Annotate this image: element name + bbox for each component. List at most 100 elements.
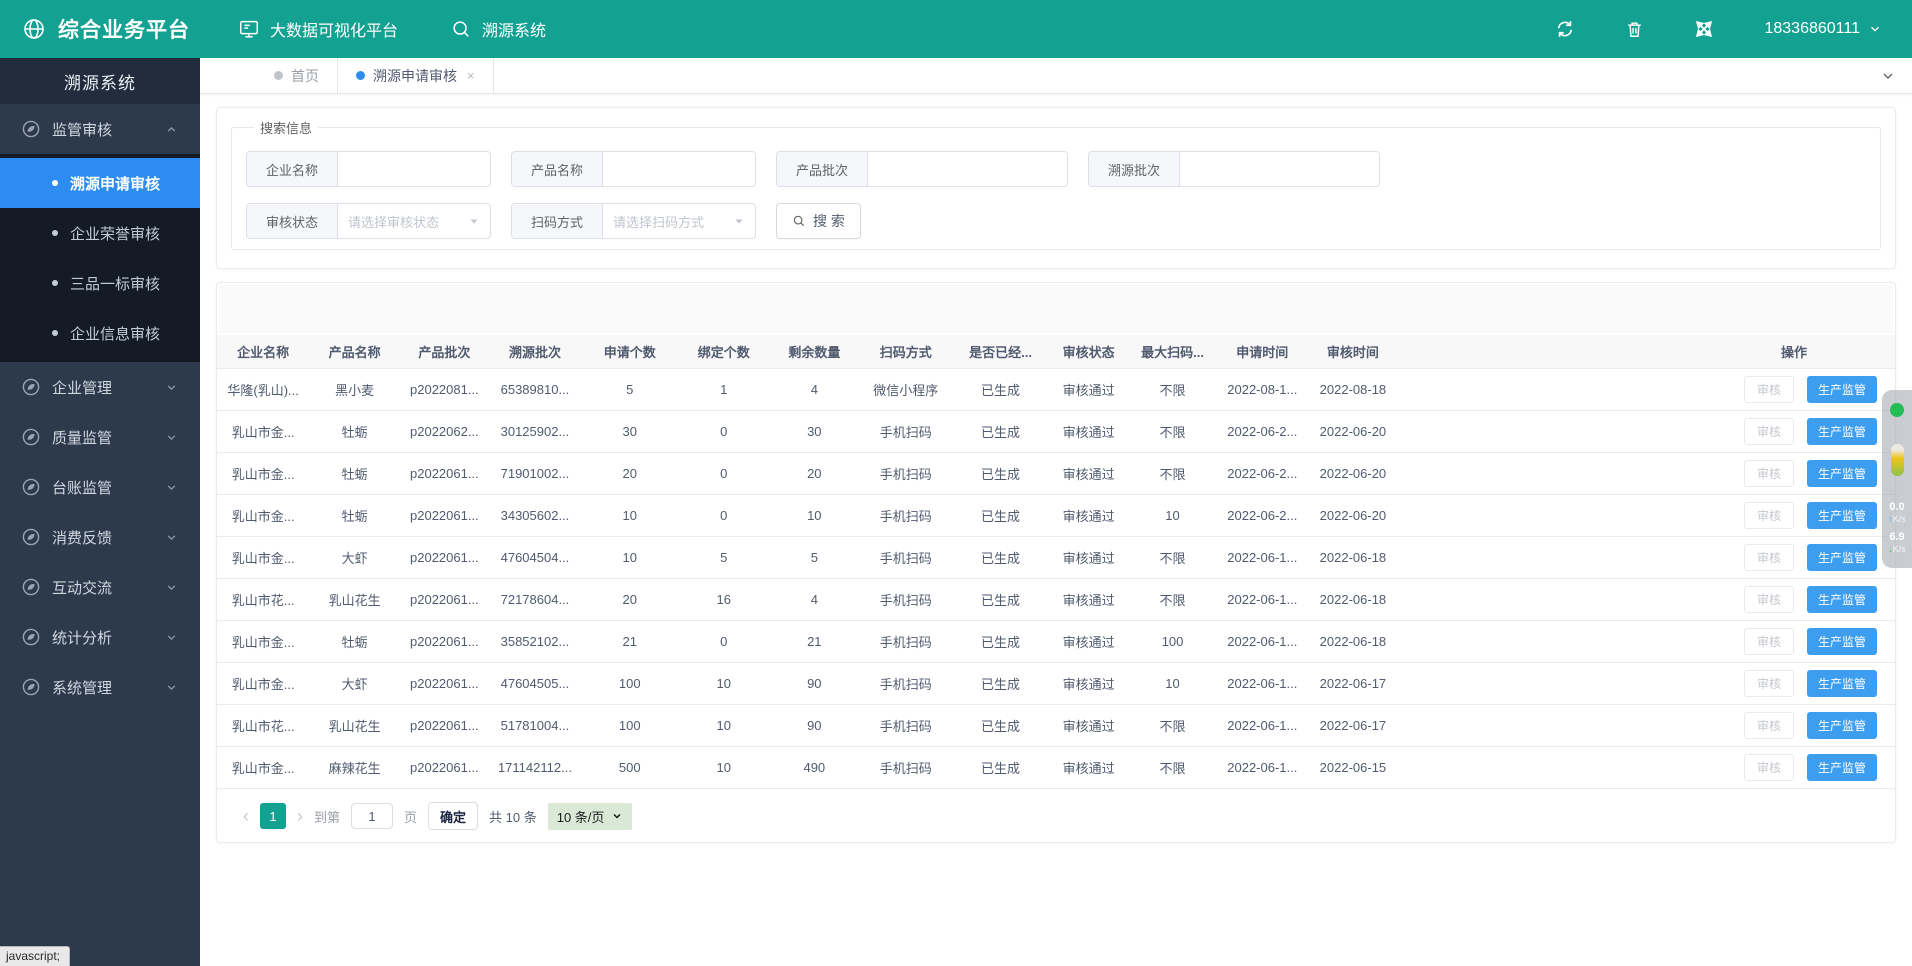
sidebar-group-system-management[interactable]: 系统管理 xyxy=(0,662,200,712)
table-cell: 21 xyxy=(581,621,678,663)
production-supervision-button[interactable]: 生产监管 xyxy=(1807,712,1877,739)
net-speed-widget[interactable]: 0.0 ↑K/s 6.9 ↓K/s xyxy=(1882,390,1912,568)
table-cell: 100 xyxy=(581,663,678,705)
leaf-circle-icon xyxy=(22,478,40,496)
table-cell: 不限 xyxy=(1128,579,1217,621)
fullscreen-icon[interactable] xyxy=(1694,19,1714,39)
review-button[interactable]: 审核 xyxy=(1744,670,1794,697)
download-speed-unit: ↓K/s xyxy=(1888,544,1906,555)
production-supervision-button[interactable]: 生产监管 xyxy=(1807,628,1877,655)
tab-dot-icon xyxy=(356,71,365,80)
status-dot-icon xyxy=(1890,403,1904,417)
nav-item-label: 大数据可视化平台 xyxy=(270,17,398,41)
scan-mode-select[interactable]: 请选择扫码方式 xyxy=(603,204,755,238)
product-batch-input[interactable] xyxy=(868,152,1067,186)
sidebar-group-consumer-feedback[interactable]: 消费反馈 xyxy=(0,512,200,562)
confirm-button[interactable]: 确定 xyxy=(428,802,478,830)
magnifier-icon xyxy=(450,18,472,40)
table-row: 乳山市花...乳山花生p2022061...72178604...20164手机… xyxy=(217,579,1895,621)
sidebar-item-enterprise-info-review[interactable]: 企业信息审核 xyxy=(0,308,200,358)
next-page-button[interactable]: › xyxy=(297,807,303,825)
sidebar: 溯源系统 监管审核 溯源申请审核 企业荣誉审核 三品一标审核 企业信息审核 企业… xyxy=(0,58,200,966)
goto-page-input[interactable] xyxy=(351,803,393,829)
page-1-button[interactable]: 1 xyxy=(260,803,286,829)
table-row: 乳山市金...牡蛎p2022061...71901002...20020手机扫码… xyxy=(217,453,1895,495)
leaf-circle-icon xyxy=(22,578,40,596)
table-cell: 2022-06-1... xyxy=(1217,579,1308,621)
tab-list-dropdown[interactable] xyxy=(1864,58,1912,93)
production-supervision-button[interactable]: 生产监管 xyxy=(1807,376,1877,403)
user-menu[interactable]: 18336860111 xyxy=(1764,20,1882,38)
review-button[interactable]: 审核 xyxy=(1744,754,1794,781)
table-cell: 20 xyxy=(581,453,678,495)
table-cell: 2022-06-2... xyxy=(1217,453,1308,495)
table-cell: 大虾 xyxy=(309,663,400,705)
nav-item-bigdata-platform[interactable]: 大数据可视化平台 xyxy=(238,17,398,41)
bullet-icon xyxy=(52,330,58,336)
production-supervision-button[interactable]: 生产监管 xyxy=(1807,460,1877,487)
column-header: 产品名称 xyxy=(309,335,400,369)
review-button[interactable]: 审核 xyxy=(1744,460,1794,487)
sidebar-item-trace-application-review[interactable]: 溯源申请审核 xyxy=(0,158,200,208)
column-header: 是否已经... xyxy=(952,335,1049,369)
review-button[interactable]: 审核 xyxy=(1744,628,1794,655)
close-icon[interactable]: × xyxy=(467,68,475,83)
table-cell: p2022081... xyxy=(400,369,489,411)
production-supervision-button[interactable]: 生产监管 xyxy=(1807,586,1877,613)
production-supervision-button[interactable]: 生产监管 xyxy=(1807,502,1877,529)
select-placeholder: 请选择扫码方式 xyxy=(613,212,704,231)
review-button[interactable]: 审核 xyxy=(1744,544,1794,571)
review-button[interactable]: 审核 xyxy=(1744,712,1794,739)
review-button[interactable]: 审核 xyxy=(1744,418,1794,445)
search-button[interactable]: 搜 索 xyxy=(776,203,861,239)
production-supervision-button[interactable]: 生产监管 xyxy=(1807,754,1877,781)
nav-item-trace-system[interactable]: 溯源系统 xyxy=(450,17,546,41)
sidebar-group-interaction[interactable]: 互动交流 xyxy=(0,562,200,612)
product-name-input[interactable] xyxy=(603,152,755,186)
table-cell: 30 xyxy=(769,411,860,453)
refresh-icon[interactable] xyxy=(1555,19,1575,39)
top-nav: 大数据可视化平台 溯源系统 xyxy=(238,17,546,41)
chevron-down-icon xyxy=(165,531,178,544)
sidebar-group-quality-supervision[interactable]: 质量监管 xyxy=(0,412,200,462)
production-supervision-button[interactable]: 生产监管 xyxy=(1807,670,1877,697)
sidebar-group-enterprise-management[interactable]: 企业管理 xyxy=(0,362,200,412)
table-cell: 乳山市花... xyxy=(217,705,309,747)
search-legend: 搜索信息 xyxy=(254,118,318,137)
table-cell: 审核通过 xyxy=(1049,411,1128,453)
sidebar-group-regulatory-review[interactable]: 监管审核 xyxy=(0,104,200,154)
review-button[interactable]: 审核 xyxy=(1744,376,1794,403)
table-cell: 黑小麦 xyxy=(309,369,400,411)
chevron-down-icon xyxy=(165,481,178,494)
field-label: 扫码方式 xyxy=(512,204,603,238)
page-size-label: 10 条/页 xyxy=(557,807,605,826)
review-button[interactable]: 审核 xyxy=(1744,502,1794,529)
table-cell: 10 xyxy=(581,537,678,579)
trace-batch-input[interactable] xyxy=(1180,152,1379,186)
sidebar-group-ledger-supervision[interactable]: 台账监管 xyxy=(0,462,200,512)
tab-home[interactable]: 首页 xyxy=(256,58,337,93)
company-name-input[interactable] xyxy=(338,152,490,186)
table-cell: p2022061... xyxy=(400,663,489,705)
production-supervision-button[interactable]: 生产监管 xyxy=(1807,418,1877,445)
table-cell: 21 xyxy=(769,621,860,663)
trash-icon[interactable] xyxy=(1625,20,1644,39)
sidebar-item-three-products-review[interactable]: 三品一标审核 xyxy=(0,258,200,308)
review-button[interactable]: 审核 xyxy=(1744,586,1794,613)
prev-page-button[interactable]: ‹ xyxy=(243,807,249,825)
sidebar-group-statistics[interactable]: 统计分析 xyxy=(0,612,200,662)
table-cell: 2022-06-17 xyxy=(1308,705,1399,747)
user-phone: 18336860111 xyxy=(1764,20,1860,38)
field-label: 产品名称 xyxy=(512,152,603,186)
table-cell: 牡蛎 xyxy=(309,453,400,495)
table-cell: 4 xyxy=(769,579,860,621)
table-cell: 2022-06-1... xyxy=(1217,663,1308,705)
table-cell: 10 xyxy=(1128,495,1217,537)
upload-speed-value: 0.0 xyxy=(1889,501,1904,514)
page-size-select[interactable]: 10 条/页 xyxy=(548,803,633,830)
review-status-select[interactable]: 请选择审核状态 xyxy=(338,204,490,238)
sidebar-item-enterprise-honor-review[interactable]: 企业荣誉审核 xyxy=(0,208,200,258)
tab-trace-application-review[interactable]: 溯源申请审核 × xyxy=(337,58,494,93)
production-supervision-button[interactable]: 生产监管 xyxy=(1807,544,1877,571)
table-cell: 已生成 xyxy=(952,369,1049,411)
